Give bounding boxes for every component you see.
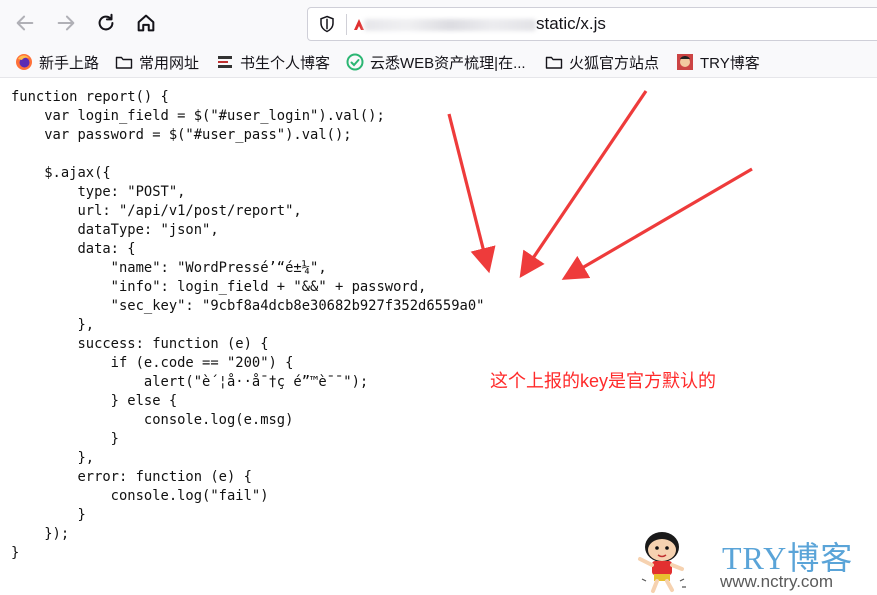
shield-icon[interactable] [318,15,336,33]
code-line: var login_field = $("#user_login").val()… [11,108,385,124]
bookmark-label: 常用网址 [139,54,200,72]
redacted-url-segment [364,19,536,31]
bookmarks-toolbar: 新手上路 常用网址 书生个人博客 云悉WEB资产梳理|在... 火狐官方站点 T… [0,47,877,78]
code-line: alert("è´¦å··å¯†ç é”™è¯¯"); [11,374,369,390]
bookmark-huohu[interactable]: 火狐官方站点 [545,51,659,73]
url-text: static/x.js [536,14,606,33]
code-line: data: { [11,241,136,257]
bookmark-yunxi[interactable]: 云悉WEB资产梳理|在... [346,51,526,73]
bookmark-label: 书生个人博客 [240,54,331,72]
reload-icon [98,13,114,31]
code-line: var password = $("#user_pass").val(); [11,127,352,143]
browser-toolbar: static/x.js [0,0,877,48]
code-line: error: function (e) { [11,469,252,485]
bookmark-label: TRY博客 [700,54,760,72]
code-line: "sec_key": "9cbf8a4dcb8e30682b927f352d65… [11,298,485,314]
folder-icon [115,56,133,69]
code-line: } else { [11,393,178,409]
folder-icon [545,56,563,69]
forward-arrow-icon [57,15,75,31]
code-line: success: function (e) { [11,336,269,352]
source-code-view: function report() { var login_field = $(… [11,88,484,563]
code-line: } [11,507,86,523]
bookmark-try[interactable]: TRY博客 [676,51,760,73]
address-bar[interactable]: static/x.js [307,7,877,41]
code-line: $.ajax({ [11,165,111,181]
bookmark-label: 云悉WEB资产梳理|在... [370,54,526,72]
bookmark-shusheng[interactable]: 书生个人博客 [216,51,330,73]
code-line: "name": "WordPressé’“é±¼", [11,260,327,276]
blog-icon [218,56,232,68]
bookmark-changyong[interactable]: 常用网址 [115,51,199,73]
watermark-url: www.nctry.com [720,572,834,591]
code-line: url: "/api/v1/post/report", [11,203,302,219]
code-line: type: "POST", [11,184,186,200]
cartoon-mascot-icon [638,532,686,593]
forward-button[interactable] [50,7,82,39]
bookmark-label: 新手上路 [39,54,100,72]
reload-button[interactable] [90,7,122,39]
code-line: if (e.code == "200") { [11,355,294,371]
bookmark-label: 火狐官方站点 [569,54,660,72]
code-line: }, [11,317,95,333]
firefox-icon [16,54,32,70]
code-line: dataType: "json", [11,222,219,238]
yunxi-icon [346,53,364,71]
bookmark-xinshou[interactable]: 新手上路 [15,51,99,73]
annotation-note: 这个上报的key是官方默认的 [490,371,717,391]
urlbar-separator [346,14,347,35]
annotation-arrow [561,167,753,280]
code-line: } [11,545,20,561]
back-button[interactable] [9,7,41,39]
code-line: function report() { [11,89,169,105]
annotation-arrow [519,90,648,278]
code-line: }, [11,450,95,466]
home-button[interactable] [130,7,162,39]
back-arrow-icon [16,15,34,31]
code-line: } [11,431,119,447]
code-line: }); [11,526,70,542]
avatar-icon [677,54,693,70]
code-line: console.log("fail") [11,488,269,504]
code-line: console.log(e.msg) [11,412,294,428]
code-line: "info": login_field + "&&" + password, [11,279,427,295]
home-icon [137,14,155,32]
